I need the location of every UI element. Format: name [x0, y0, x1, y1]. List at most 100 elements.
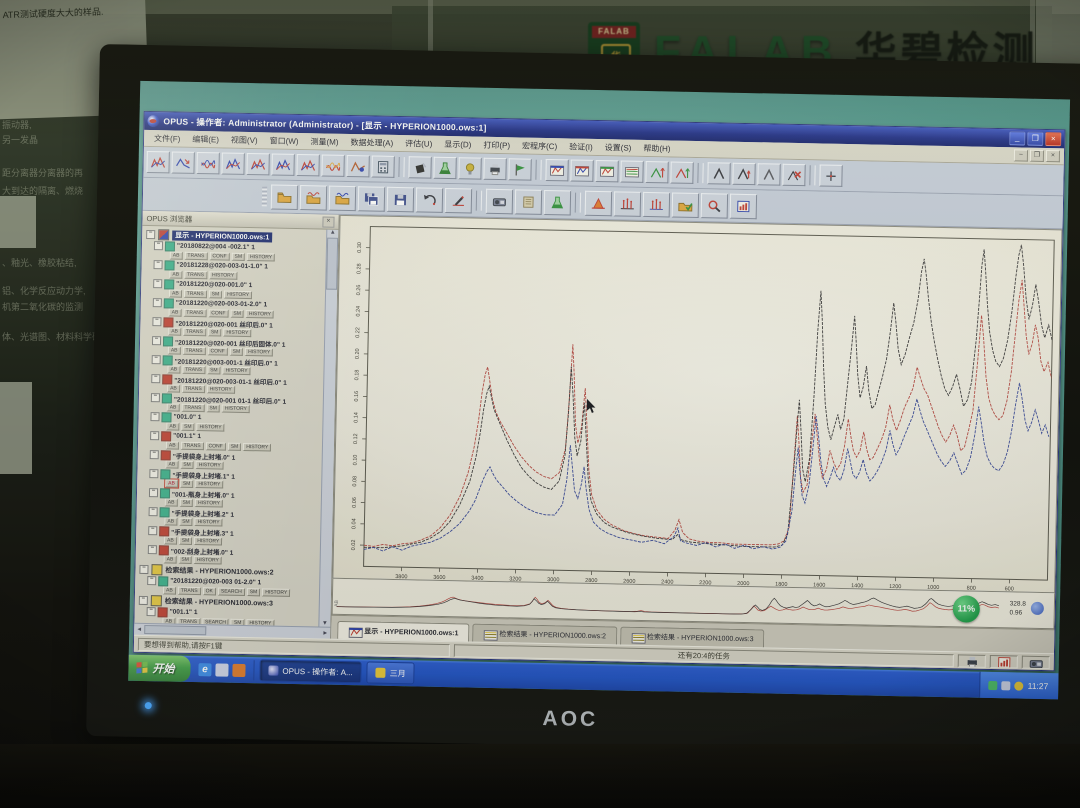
menu-item[interactable]: 测量(M): [304, 135, 344, 149]
spectrum-chart-area[interactable]: 3800360034003200300028002600240022002000…: [332, 215, 1062, 594]
stacked-spectra-icon[interactable]: [196, 152, 219, 174]
close-button[interactable]: ×: [1045, 132, 1061, 146]
calculator-icon[interactable]: [371, 155, 394, 177]
data-block-chip[interactable]: HISTORY: [194, 556, 222, 565]
data-block-chip[interactable]: HISTORY: [196, 423, 224, 432]
taskbar-button[interactable]: OPUS - 操作者: A...: [259, 659, 362, 683]
media-icon[interactable]: [232, 663, 245, 676]
paint-bucket-icon[interactable]: [408, 156, 431, 178]
data-block-chip[interactable]: TRANS: [182, 347, 205, 355]
save-all-icon[interactable]: [358, 186, 385, 212]
tree-expand-icon[interactable]: −: [146, 230, 155, 239]
peak-lines-icon[interactable]: [614, 191, 641, 217]
data-block-chip[interactable]: SM: [179, 499, 193, 507]
mdi-restore-icon[interactable]: ❐: [1030, 150, 1044, 162]
tree-expand-icon[interactable]: −: [152, 317, 161, 326]
tree-expand-icon[interactable]: −: [151, 374, 160, 383]
tree-expand-icon[interactable]: −: [154, 241, 163, 250]
data-block-chip[interactable]: TRANS: [178, 587, 201, 595]
split-view-icon[interactable]: [271, 153, 294, 175]
data-block-chip[interactable]: HISTORY: [246, 310, 274, 319]
data-block-chip[interactable]: AB: [168, 327, 181, 335]
tree-file-item[interactable]: −"20181228@020-003-01-1.0" 1ABTRANSHISTO…: [153, 260, 325, 281]
axes-swap-2-icon[interactable]: [670, 161, 693, 183]
tree-expand-icon[interactable]: −: [149, 469, 158, 478]
data-block-chip[interactable]: SM: [231, 253, 245, 261]
peak-pick-small-icon[interactable]: [757, 163, 780, 185]
flask-measure-icon[interactable]: [544, 189, 571, 215]
noise-spectrum-icon[interactable]: [321, 154, 344, 176]
data-block-chip[interactable]: AB: [165, 498, 178, 506]
menu-item[interactable]: 宏程序(C): [516, 139, 563, 153]
script-icon[interactable]: [515, 189, 542, 215]
data-block-chip[interactable]: HISTORY: [222, 405, 250, 414]
data-block-chip[interactable]: AB: [165, 479, 178, 487]
tree-expand-icon[interactable]: −: [148, 545, 157, 554]
tree-expand-icon[interactable]: −: [150, 431, 159, 440]
show-desktop-icon[interactable]: [215, 663, 228, 676]
data-block-chip[interactable]: SM: [230, 310, 244, 318]
restore-button[interactable]: ❐: [1027, 132, 1043, 146]
toolbar-drag-handle[interactable]: [262, 186, 267, 206]
data-block-chip[interactable]: HISTORY: [196, 461, 224, 470]
network-icon[interactable]: [989, 680, 998, 689]
data-block-chip[interactable]: AB: [169, 308, 182, 316]
data-block-chip[interactable]: AB: [167, 384, 180, 392]
scale-spectrum-icon[interactable]: [171, 151, 194, 173]
tree-expand-icon[interactable]: −: [147, 576, 156, 585]
data-block-chip[interactable]: HISTORY: [224, 291, 252, 300]
data-block-chip[interactable]: HISTORY: [247, 253, 275, 262]
copier-icon[interactable]: [483, 158, 506, 180]
data-block-chip[interactable]: AB: [163, 586, 176, 594]
tree-file-item[interactable]: −"001.0" 1ABSMHISTORY: [150, 412, 322, 433]
integrate-icon[interactable]: [585, 190, 612, 216]
tree-file-item[interactable]: −"20181220@020-001 01-1 丝印后.0" 1ABTRANSS…: [151, 393, 323, 414]
menu-item[interactable]: 显示(D): [438, 137, 477, 151]
delete-spectrum-icon[interactable]: [782, 164, 805, 186]
data-block-chip[interactable]: AB: [166, 441, 179, 449]
tree-expand-icon[interactable]: −: [151, 393, 160, 402]
volume-icon[interactable]: [1002, 681, 1011, 690]
green-flag-icon[interactable]: [508, 158, 531, 180]
data-block-chip[interactable]: SM: [230, 348, 244, 356]
data-block-chip[interactable]: SM: [228, 443, 242, 451]
spectrum-window-2-icon[interactable]: [570, 159, 593, 181]
menu-item[interactable]: 帮助(H): [637, 141, 676, 155]
data-block-chip[interactable]: AB: [168, 346, 181, 354]
data-block-chip[interactable]: HISTORY: [243, 443, 271, 452]
data-block-chip[interactable]: TRANS: [183, 309, 206, 317]
menu-item[interactable]: 验证(I): [563, 140, 599, 154]
menu-item[interactable]: 打印(P): [477, 138, 516, 152]
minimize-button[interactable]: _: [1009, 131, 1025, 145]
measurement-icon[interactable]: [486, 188, 513, 214]
tree-expand-icon[interactable]: −: [153, 260, 162, 269]
data-block-chip[interactable]: HISTORY: [194, 537, 222, 546]
data-block-chip[interactable]: HISTORY: [262, 588, 290, 597]
data-block-chip[interactable]: CONF: [209, 252, 229, 260]
spectrum-window-icon[interactable]: [545, 159, 568, 181]
data-block-chip[interactable]: AB: [167, 403, 180, 411]
data-block-chip[interactable]: AB: [169, 270, 182, 278]
data-block-chip[interactable]: TRANS: [181, 442, 204, 450]
compare-spectra-icon[interactable]: [296, 154, 319, 176]
data-block-chip[interactable]: HISTORY: [209, 271, 237, 280]
data-block-chip[interactable]: HISTORY: [207, 385, 235, 394]
tree-expand-icon[interactable]: −: [139, 565, 148, 574]
tree-expand-icon[interactable]: −: [147, 607, 156, 616]
data-block-chip[interactable]: HISTORY: [223, 367, 251, 376]
tree-file-item[interactable]: −"20180822@004 -002.1" 1ABTRANSCONFSMHIS…: [154, 241, 326, 262]
page-spectra-icon[interactable]: [246, 153, 269, 175]
tree-expand-icon[interactable]: −: [149, 507, 158, 516]
data-block-chip[interactable]: SM: [208, 328, 222, 336]
menu-item[interactable]: 设置(S): [599, 141, 638, 155]
data-block-chip[interactable]: TRANS: [184, 252, 207, 260]
open-special-icon[interactable]: [329, 185, 356, 211]
ime-icon[interactable]: [1015, 681, 1024, 690]
data-block-chip[interactable]: SM: [207, 366, 221, 374]
data-block-chip[interactable]: SM: [181, 423, 195, 431]
menu-item[interactable]: 编辑(E): [186, 132, 225, 146]
zoom-spectrum-icon[interactable]: [146, 151, 169, 173]
data-block-chip[interactable]: SEARCH: [218, 587, 245, 596]
folder-check-icon[interactable]: [672, 192, 699, 218]
data-block-chip[interactable]: HISTORY: [195, 499, 223, 508]
